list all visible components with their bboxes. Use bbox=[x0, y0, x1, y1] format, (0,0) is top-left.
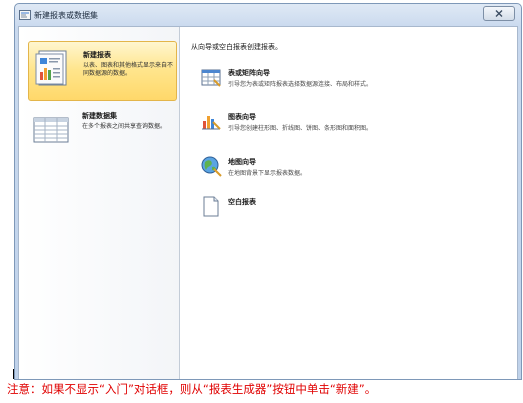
title-bar[interactable]: 新建报表或数据集 bbox=[15, 4, 521, 26]
dialog-content: 新建报表 以表、图表和其他格式显示来自不同数据源的数据。 新建数据集 在多个报表… bbox=[18, 26, 518, 379]
wizard-description: 引导您为表或矩阵报表选择数据源连接、布局和样式。 bbox=[228, 81, 373, 88]
chart-wizard-icon bbox=[202, 116, 221, 130]
sidebar-item-title: 新建数据集 bbox=[82, 112, 117, 120]
blank-report-icon bbox=[203, 196, 219, 217]
blank-report-option[interactable]: 空白报表 bbox=[200, 195, 500, 225]
note-caption: 注意：如果不显示“入门”对话框，则从“报表生成器”按钮中单击“新建”。 bbox=[7, 382, 377, 396]
wizard-title: 空白报表 bbox=[228, 198, 256, 206]
sidebar-item-description: 以表、图表和其他格式显示来自不同数据源的数据。 bbox=[83, 62, 174, 77]
new-dataset-icon bbox=[33, 117, 69, 143]
sidebar-item-new-report[interactable]: 新建报表 以表、图表和其他格式显示来自不同数据源的数据。 bbox=[28, 41, 177, 101]
main-header: 从向导或空白报表创建报表。 bbox=[191, 43, 282, 51]
chart-wizard-option[interactable]: 图表向导 引导您创建柱形图、折线图、饼图、条形图和面积图。 bbox=[200, 110, 500, 140]
new-report-icon bbox=[35, 50, 67, 86]
wizard-title: 表或矩阵向导 bbox=[228, 69, 270, 77]
wizard-title: 图表向导 bbox=[228, 113, 256, 121]
report-app-icon bbox=[19, 10, 31, 20]
map-wizard-icon bbox=[201, 156, 222, 177]
new-report-dialog: 新建报表或数据集 新建报表 以表、图表和其他格式显示来自不同数据源的数据。 新建… bbox=[14, 3, 522, 380]
sidebar-item-title: 新建报表 bbox=[83, 51, 111, 59]
sidebar-item-new-dataset[interactable]: 新建数据集 在多个报表之间共享查询数据。 bbox=[28, 103, 177, 163]
close-icon bbox=[495, 10, 503, 17]
wizard-title: 地图向导 bbox=[228, 158, 256, 166]
sidebar: 新建报表 以表、图表和其他格式显示来自不同数据源的数据。 新建数据集 在多个报表… bbox=[19, 27, 180, 379]
map-wizard-option[interactable]: 地图向导 在地图背景下显示报表数据。 bbox=[200, 155, 500, 185]
main-panel: 从向导或空白报表创建报表。 表或矩阵向导 引导您为表或矩阵报表选择数据源连接、布… bbox=[180, 27, 517, 379]
table-wizard-icon bbox=[201, 69, 221, 87]
sidebar-item-description: 在多个报表之间共享查询数据。 bbox=[82, 123, 167, 130]
wizard-description: 在地图背景下显示报表数据。 bbox=[228, 170, 307, 177]
window-title: 新建报表或数据集 bbox=[34, 11, 98, 20]
table-matrix-wizard-option[interactable]: 表或矩阵向导 引导您为表或矩阵报表选择数据源连接、布局和样式。 bbox=[200, 66, 500, 96]
close-button[interactable] bbox=[483, 6, 515, 21]
wizard-description: 引导您创建柱形图、折线图、饼图、条形图和面积图。 bbox=[228, 125, 373, 132]
text-cursor bbox=[13, 369, 14, 379]
